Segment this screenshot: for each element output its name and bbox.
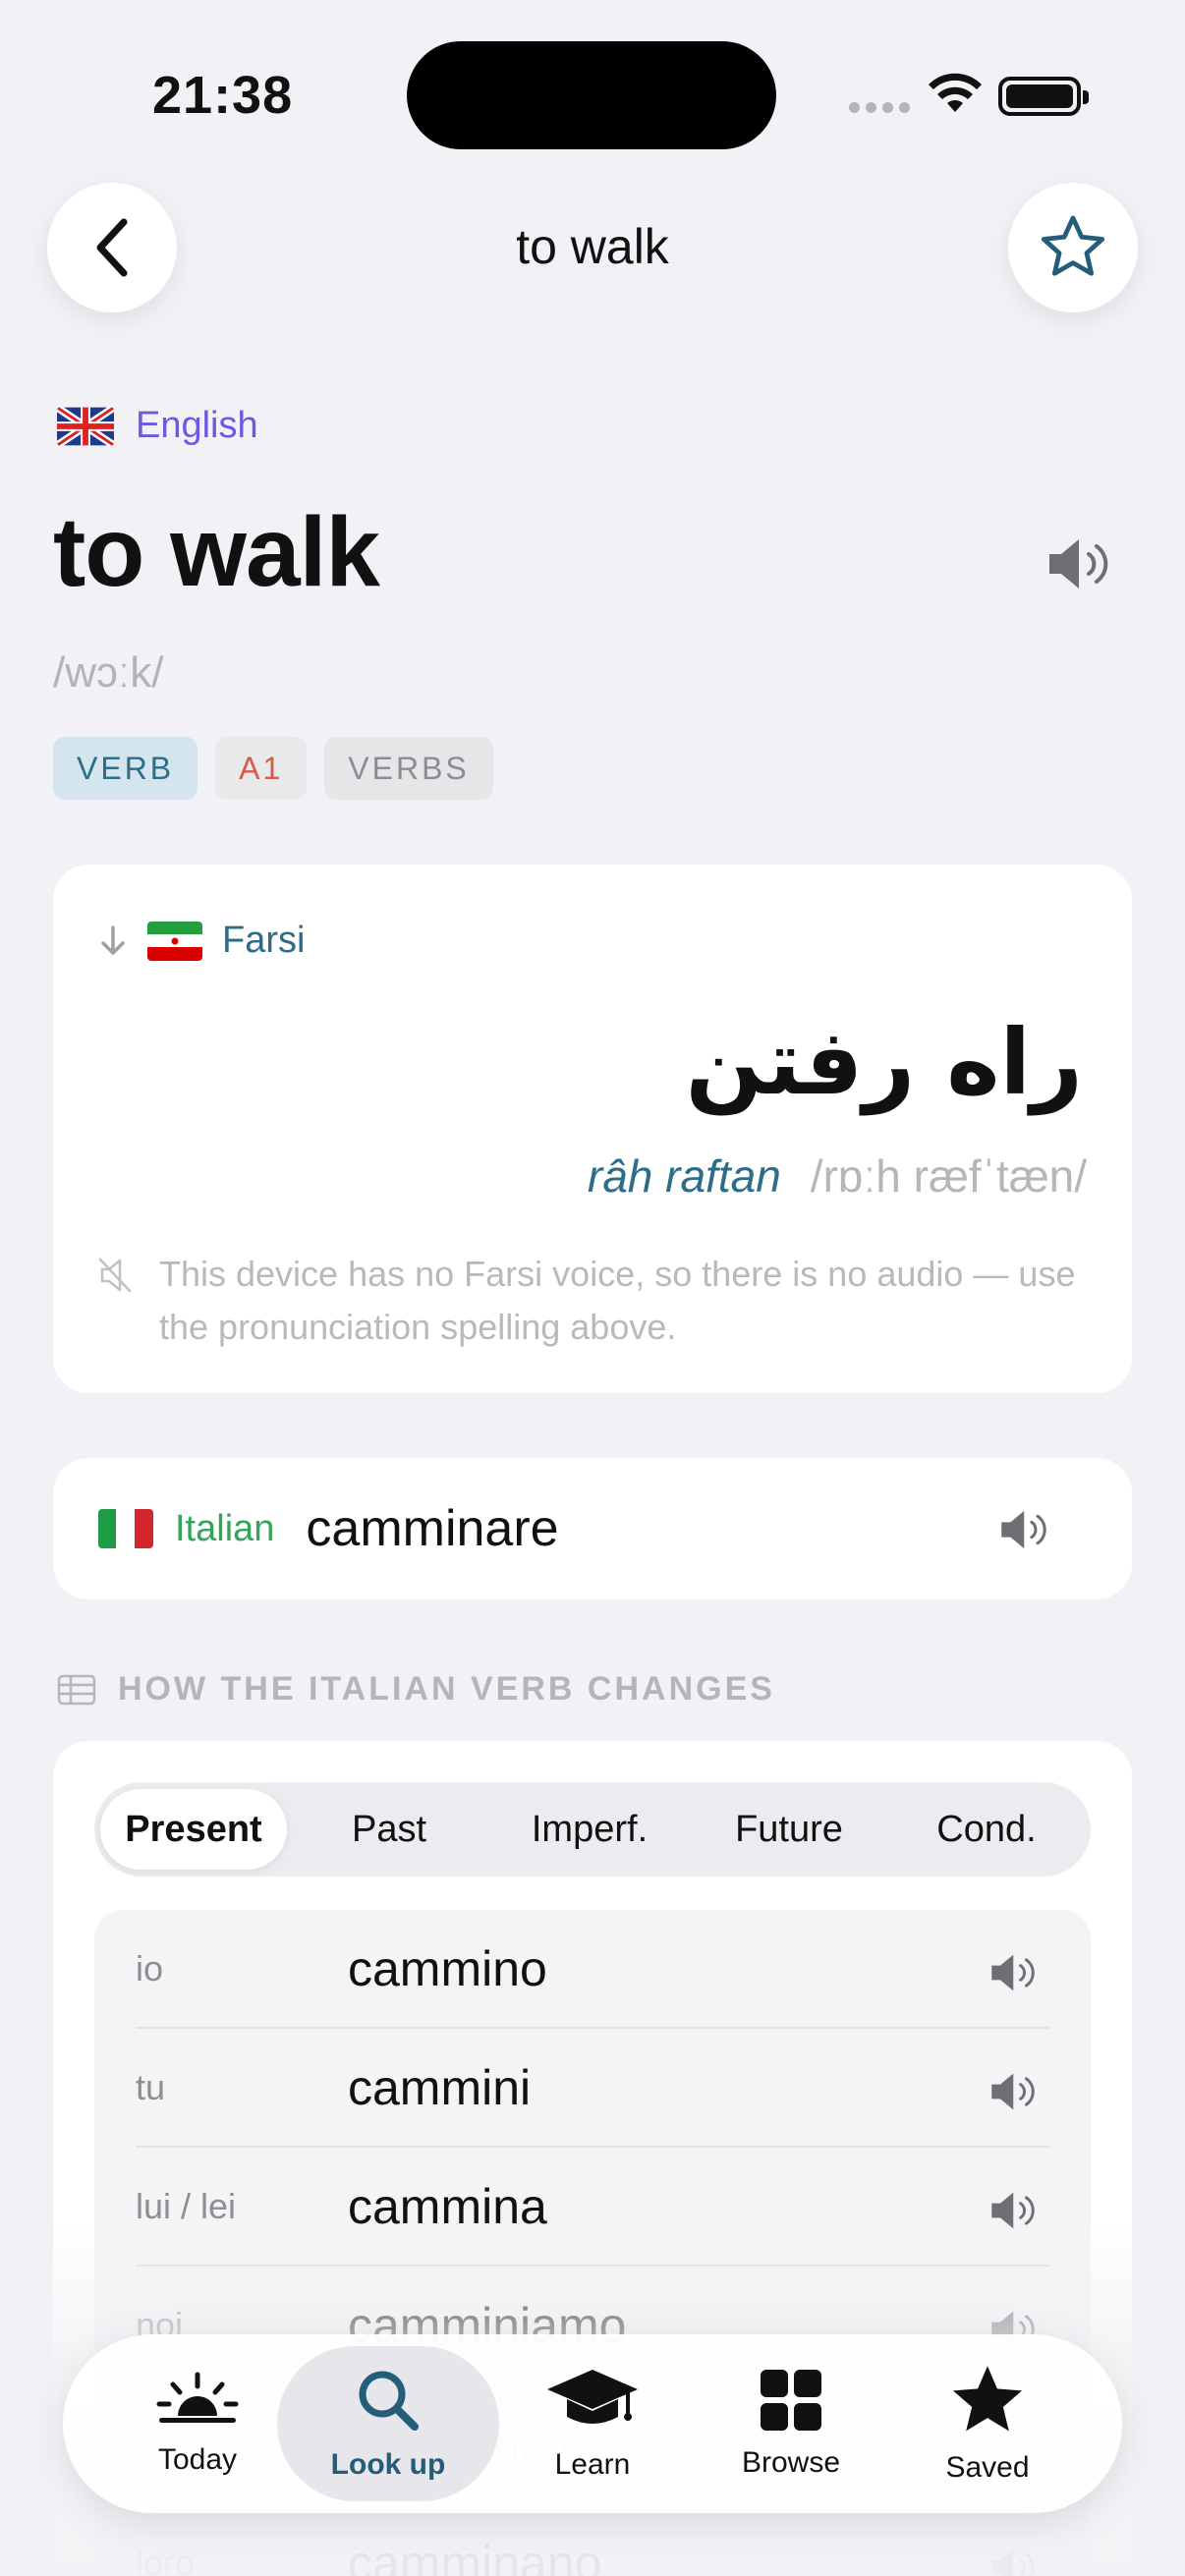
tabbar-label: Saved: [945, 2451, 1030, 2484]
star-outline-icon: [1041, 215, 1105, 276]
farsi-pronunciation: râh raftan /rɒːh ræfˈtæn/: [588, 1149, 1087, 1203]
play-italian-audio-button[interactable]: [996, 1507, 1053, 1557]
tabbar-label: Look up: [330, 2448, 446, 2481]
farsi-word: راه رفتن: [685, 1010, 1083, 1115]
level-badge: A1: [215, 737, 308, 800]
italy-flag-icon: [98, 1509, 153, 1548]
speaker-icon[interactable]: [987, 1951, 1042, 1994]
farsi-language-label: Farsi: [222, 920, 306, 961]
tag-list: VERB A1 VERBS: [53, 737, 493, 800]
tabbar-item-learn[interactable]: Learn: [481, 2346, 704, 2501]
verb-form: cammini: [348, 2059, 532, 2115]
search-icon: [359, 2371, 419, 2431]
status-time: 21:38: [152, 66, 294, 125]
section-title-text: HOW THE ITALIAN VERB CHANGES: [118, 1670, 775, 1708]
tabbar-item-look-up[interactable]: Look up: [277, 2346, 499, 2501]
tabbar-label: Today: [157, 2443, 238, 2476]
sunrise-icon: [156, 2372, 239, 2423]
star-filled-icon: [952, 2366, 1023, 2432]
tabbar-item-saved[interactable]: Saved: [876, 2346, 1099, 2501]
pronoun-label: io: [136, 1947, 164, 1988]
tabbar-item-browse[interactable]: Browse: [680, 2346, 902, 2501]
no-audio-note: This device has no Farsi voice, so there…: [159, 1254, 1076, 1347]
tabbar-label: Learn: [554, 2448, 631, 2481]
back-button[interactable]: [47, 183, 177, 312]
italian-language-label: Italian: [175, 1507, 275, 1549]
tab-past[interactable]: Past: [287, 1789, 491, 1870]
chevron-left-icon: [96, 218, 128, 277]
headword-ipa: /wɔːk/: [53, 648, 164, 697]
wifi-icon: [929, 73, 982, 112]
speaker-icon[interactable]: [987, 2070, 1042, 2113]
speaker-muted-icon: [98, 1258, 132, 1293]
battery-icon: [998, 77, 1089, 116]
farsi-translation-card: Farsi راه رفتن râh raftan /rɒːh ræfˈtæn/…: [53, 865, 1132, 1393]
table-icon: [57, 1674, 96, 1705]
source-language: English: [57, 405, 258, 447]
farsi-transliteration: râh raftan: [587, 1150, 781, 1202]
speaker-icon: [1049, 539, 1108, 588]
tab-future[interactable]: Future: [688, 1789, 890, 1870]
conjugation-row: io cammino: [136, 1910, 1049, 2029]
arrow-down-icon: [101, 924, 125, 955]
dynamic-island: [407, 41, 776, 149]
tab-imperfect[interactable]: Imperf.: [491, 1789, 688, 1870]
tabbar-label: Browse: [741, 2446, 841, 2479]
page-title: to walk: [516, 219, 669, 274]
uk-flag-icon: [57, 406, 114, 446]
graduation-cap-icon: [547, 2370, 638, 2424]
conjugation-section-title: HOW THE ITALIAN VERB CHANGES: [57, 1670, 775, 1708]
tab-conditional[interactable]: Cond.: [890, 1789, 1083, 1870]
farsi-ipa: /rɒːh ræfˈtæn/: [810, 1150, 1087, 1202]
farsi-header: Farsi: [98, 920, 305, 962]
category-badge[interactable]: VERBS: [324, 737, 493, 800]
verb-form: cammino: [348, 1940, 547, 1996]
headword: to walk: [53, 497, 380, 607]
speaker-icon: [1001, 1510, 1046, 1549]
part-of-speech-badge: VERB: [53, 737, 198, 800]
italian-word: camminare: [306, 1500, 559, 1557]
play-audio-button[interactable]: [1045, 534, 1114, 598]
iran-flag-icon: [147, 921, 202, 961]
pronoun-label: tu: [136, 2066, 166, 2107]
tab-bar: Today Look up Learn Browse Saved: [63, 2334, 1122, 2513]
tabbar-item-today[interactable]: Today: [86, 2346, 309, 2501]
italian-translation-card: Italian camminare: [53, 1458, 1132, 1599]
grid-icon: [761, 2370, 821, 2431]
conjugation-row: tu cammini: [136, 2029, 1049, 2148]
tab-present[interactable]: Present: [100, 1789, 287, 1870]
tense-segmented-control: Present Past Imperf. Future Cond.: [94, 1782, 1091, 1876]
source-language-label: English: [136, 405, 258, 446]
favorite-button[interactable]: [1008, 183, 1138, 312]
cellular-signal-icon: [849, 102, 910, 113]
